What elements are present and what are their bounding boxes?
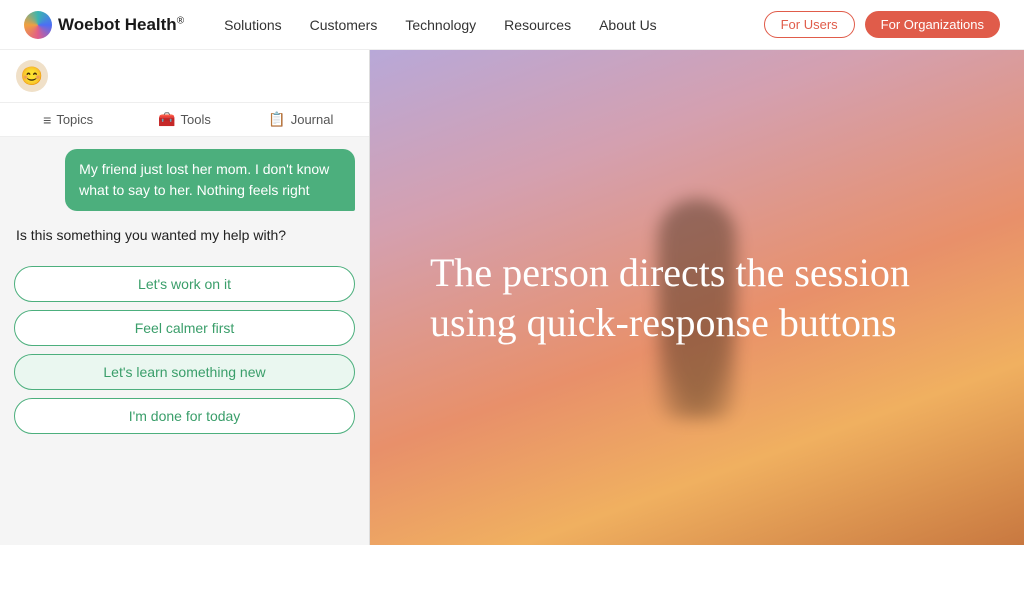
tab-tools[interactable]: 🧰 Tools bbox=[126, 103, 242, 136]
nav-about-us[interactable]: About Us bbox=[599, 17, 657, 33]
navbar: Woebot Health® Solutions Customers Techn… bbox=[0, 0, 1024, 50]
main-content: 😊 ≡ Topics 🧰 Tools 📋 Journal My friend j… bbox=[0, 50, 1024, 545]
hero-panel: The person directs the session using qui… bbox=[370, 50, 1024, 545]
logo: Woebot Health® bbox=[24, 11, 184, 39]
quick-reply-learn-something[interactable]: Let's learn something new bbox=[14, 354, 355, 390]
bot-question: Is this something you wanted my help wit… bbox=[14, 221, 355, 252]
nav-technology[interactable]: Technology bbox=[405, 17, 476, 33]
hero-text: The person directs the session using qui… bbox=[430, 248, 930, 348]
topics-icon: ≡ bbox=[43, 112, 51, 128]
tab-journal-label: Journal bbox=[291, 112, 334, 127]
nav-customers[interactable]: Customers bbox=[310, 17, 378, 33]
chat-tabs: ≡ Topics 🧰 Tools 📋 Journal bbox=[0, 103, 369, 137]
nav-actions: For Users For Organizations bbox=[764, 11, 1000, 38]
quick-replies: Let's work on it Feel calmer first Let's… bbox=[14, 262, 355, 438]
woebot-avatar: 😊 bbox=[16, 60, 48, 92]
for-users-button[interactable]: For Users bbox=[764, 11, 855, 38]
nav-resources[interactable]: Resources bbox=[504, 17, 571, 33]
avatar-emoji: 😊 bbox=[21, 66, 43, 87]
hero-heading: The person directs the session using qui… bbox=[430, 248, 930, 348]
logo-text: Woebot Health® bbox=[58, 15, 184, 35]
nav-solutions[interactable]: Solutions bbox=[224, 17, 282, 33]
quick-reply-work-on-it[interactable]: Let's work on it bbox=[14, 266, 355, 302]
nav-links: Solutions Customers Technology Resources… bbox=[224, 17, 764, 33]
logo-icon bbox=[24, 11, 52, 39]
quick-reply-feel-calmer[interactable]: Feel calmer first bbox=[14, 310, 355, 346]
chat-body: My friend just lost her mom. I don't kno… bbox=[0, 137, 369, 545]
chat-header: 😊 bbox=[0, 50, 369, 103]
tools-icon: 🧰 bbox=[158, 111, 175, 128]
user-message: My friend just lost her mom. I don't kno… bbox=[65, 149, 355, 211]
for-organizations-button[interactable]: For Organizations bbox=[865, 11, 1000, 38]
hero-background: The person directs the session using qui… bbox=[370, 50, 1024, 545]
tab-journal[interactable]: 📋 Journal bbox=[243, 103, 359, 136]
tab-topics-label: Topics bbox=[56, 112, 93, 127]
tab-tools-label: Tools bbox=[181, 112, 211, 127]
quick-reply-done-today[interactable]: I'm done for today bbox=[14, 398, 355, 434]
chat-panel: 😊 ≡ Topics 🧰 Tools 📋 Journal My friend j… bbox=[0, 50, 370, 545]
logo-sup: ® bbox=[177, 15, 184, 26]
journal-icon: 📋 bbox=[268, 111, 285, 128]
tab-topics[interactable]: ≡ Topics bbox=[10, 103, 126, 136]
